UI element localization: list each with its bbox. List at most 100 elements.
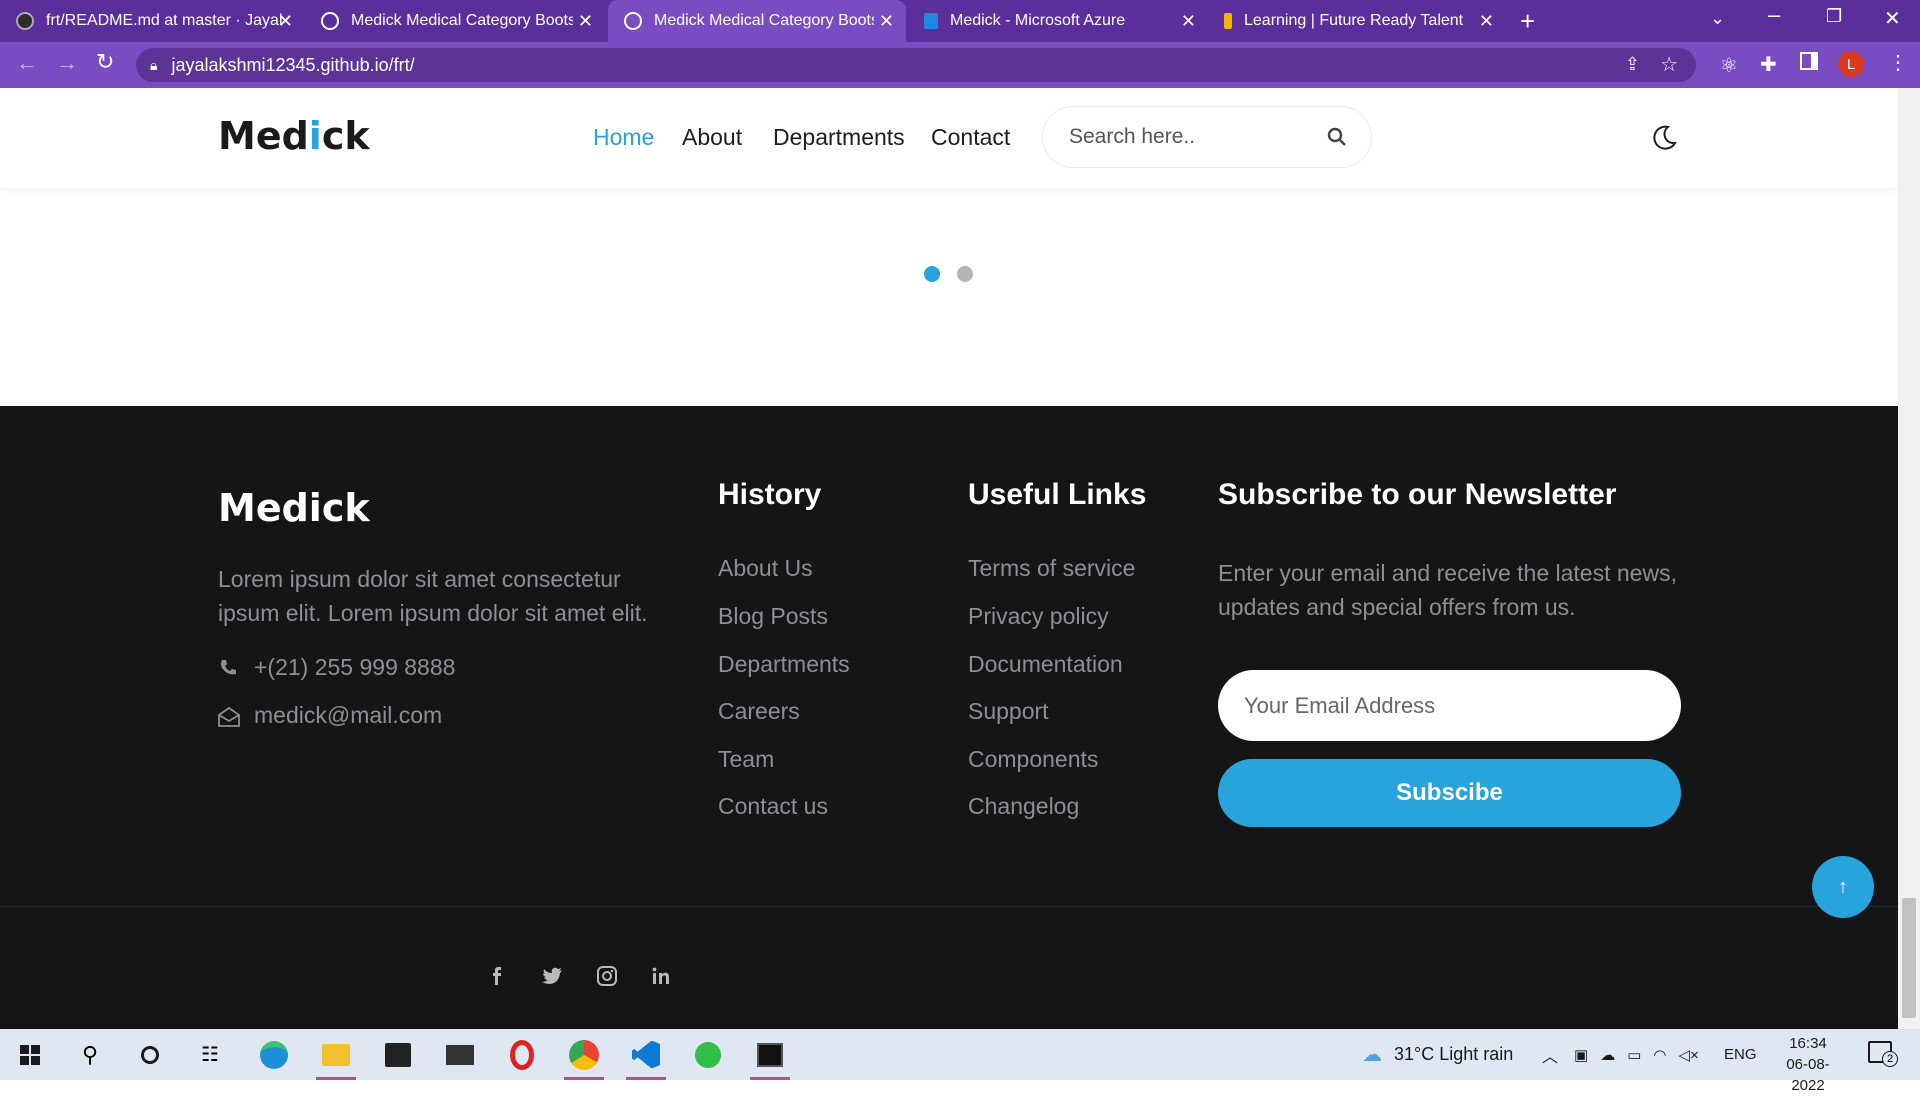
tab-search-icon[interactable]: ⌄ [1710, 8, 1725, 29]
carousel-dot-active[interactable] [924, 266, 940, 282]
page-scrollbar[interactable] [1898, 88, 1920, 1029]
browser-tab[interactable]: Medick Medical Category Bootstr ✕ [305, 0, 605, 42]
footer-link[interactable]: About Us [718, 555, 813, 582]
meet-now-icon[interactable]: ▣ [1574, 1046, 1588, 1064]
battery-icon[interactable]: ▭ [1627, 1046, 1641, 1064]
browser-tab-active[interactable]: Medick Medical Category Bootstr ✕ [608, 0, 906, 42]
menu-icon[interactable]: ⋮ [1888, 50, 1908, 75]
search-icon[interactable] [1327, 127, 1347, 147]
footer-link[interactable]: Changelog [968, 793, 1079, 820]
newsletter-email-input[interactable] [1218, 670, 1681, 741]
footer-link[interactable]: Careers [718, 698, 800, 725]
share-icon[interactable]: ⇪ [1625, 54, 1640, 75]
footer-link[interactable]: Contact us [718, 793, 828, 820]
minimize-button[interactable]: – [1768, 2, 1780, 28]
carousel-dot[interactable] [957, 266, 973, 282]
page-viewport: Medick Home About Departments Contact Me… [0, 88, 1898, 1029]
footer-link[interactable]: Privacy policy [968, 603, 1109, 630]
back-to-top-button[interactable]: ↑ [1812, 856, 1874, 918]
footer-divider [0, 906, 1898, 907]
close-window-button[interactable]: ✕ [1884, 6, 1901, 31]
back-icon[interactable]: ← [16, 50, 38, 76]
mail-app-icon[interactable] [434, 1029, 486, 1080]
chrome-icon[interactable] [558, 1029, 610, 1080]
logo-part: Med [218, 114, 309, 158]
arrow-up-icon: ↑ [1838, 875, 1848, 898]
newsletter-text-line: Enter your email and receive the latest … [1218, 560, 1677, 586]
browser-tab[interactable]: Medick - Microsoft Azure ✕ [908, 0, 1208, 42]
windows-taskbar: ⚲ ☷ ☁ 31°C Light rain ︿ ▣ ☁ ▭ ◠ ◁× ENG 1… [0, 1029, 1920, 1094]
search-taskbar-icon[interactable]: ⚲ [64, 1029, 116, 1080]
footer-email[interactable]: medick@mail.com [254, 698, 442, 732]
cloud-rain-icon: ☁ [1362, 1044, 1382, 1066]
linkedin-icon[interactable] [646, 964, 676, 988]
language-indicator[interactable]: ENG [1724, 1029, 1757, 1080]
footer-link[interactable]: Terms of service [968, 555, 1135, 582]
logo-part: ck [321, 114, 370, 158]
volume-muted-icon[interactable]: ◁× [1678, 1046, 1698, 1064]
instagram-icon[interactable] [592, 964, 622, 988]
dark-mode-moon-icon[interactable] [1650, 124, 1678, 152]
learning-icon [1224, 13, 1232, 29]
footer-brand: Medick [218, 486, 370, 530]
show-hidden-icons-chevron-icon[interactable]: ︿ [1542, 1029, 1558, 1080]
vscode-icon[interactable] [620, 1029, 672, 1080]
bookmark-star-icon[interactable]: ☆ [1660, 52, 1678, 77]
close-tab-icon[interactable]: ✕ [278, 11, 293, 32]
footer-link[interactable]: Components [968, 746, 1098, 773]
edge-icon[interactable] [248, 1029, 300, 1080]
new-tab-button[interactable]: + [1520, 6, 1535, 37]
close-tab-icon[interactable]: ✕ [578, 11, 593, 32]
close-tab-icon[interactable]: ✕ [879, 11, 894, 32]
search-input[interactable] [1069, 119, 1309, 155]
newsletter-text-line: updates and special offers from us. [1218, 594, 1576, 620]
scrollbar-thumb[interactable] [1902, 898, 1916, 1018]
weather-widget[interactable]: ☁ 31°C Light rain [1362, 1029, 1513, 1080]
close-tab-icon[interactable]: ✕ [1181, 11, 1196, 32]
footer-link[interactable]: Departments [718, 651, 850, 678]
whatsapp-icon[interactable] [682, 1029, 734, 1080]
side-panel-icon[interactable] [1800, 52, 1818, 70]
footer-link[interactable]: Documentation [968, 651, 1123, 678]
browser-tab[interactable]: frt/README.md at master · Jayala ✕ [0, 0, 305, 42]
start-button[interactable] [4, 1029, 56, 1080]
file-explorer-icon[interactable] [310, 1029, 362, 1080]
tab-title: Medick Medical Category Bootstr [654, 12, 874, 29]
mail-icon [218, 706, 240, 727]
close-tab-icon[interactable]: ✕ [1479, 11, 1494, 32]
browser-toolbar: ← → ↻ 🔒︎ jayalakshmi12345.github.io/frt/… [0, 42, 1920, 88]
restore-button[interactable]: ❐ [1826, 6, 1842, 27]
clock[interactable]: 16:34 06-08-2022 [1770, 1033, 1846, 1096]
nav-link-home[interactable]: Home [593, 124, 654, 151]
site-logo[interactable]: Medick [218, 114, 370, 158]
onedrive-icon[interactable]: ☁ [1600, 1046, 1615, 1064]
url-bar[interactable]: 🔒︎ jayalakshmi12345.github.io/frt/ ⇪ ☆ [136, 48, 1696, 82]
browser-tab[interactable]: Learning | Future Ready Talent ✕ [1208, 0, 1506, 42]
puzzle-icon[interactable]: ✚ [1760, 52, 1777, 77]
wifi-icon[interactable]: ◠ [1653, 1046, 1666, 1064]
site-navbar: Medick Home About Departments Contact [0, 88, 1898, 188]
cortana-icon[interactable] [124, 1029, 176, 1080]
store-icon[interactable] [372, 1029, 424, 1080]
photos-icon[interactable] [744, 1029, 796, 1080]
facebook-icon[interactable] [484, 964, 514, 988]
site-footer: Medick Lorem ipsum dolor sit amet consec… [0, 406, 1898, 1029]
nav-link-contact[interactable]: Contact [931, 124, 1010, 151]
footer-link[interactable]: Blog Posts [718, 603, 828, 630]
system-tray-icons: ▣ ☁ ▭ ◠ ◁× [1574, 1029, 1699, 1080]
extension-icon[interactable]: ⚛ [1720, 53, 1738, 78]
forward-icon[interactable]: → [56, 50, 78, 76]
footer-link[interactable]: Team [718, 746, 774, 773]
subscribe-button[interactable]: Subscibe [1218, 759, 1681, 827]
profile-avatar[interactable]: L [1838, 51, 1864, 77]
nav-link-about[interactable]: About [682, 124, 742, 151]
footer-phone[interactable]: +(21) 255 999 8888 [254, 650, 455, 684]
twitter-icon[interactable] [538, 964, 568, 988]
notification-center-icon[interactable]: 2 [1868, 1041, 1898, 1067]
task-view-icon[interactable]: ☷ [184, 1029, 236, 1080]
footer-heading-useful-links: Useful Links [968, 478, 1147, 511]
reload-icon[interactable]: ↻ [96, 49, 114, 75]
opera-icon[interactable] [496, 1029, 548, 1080]
nav-link-departments[interactable]: Departments [773, 124, 905, 151]
footer-link[interactable]: Support [968, 698, 1049, 725]
